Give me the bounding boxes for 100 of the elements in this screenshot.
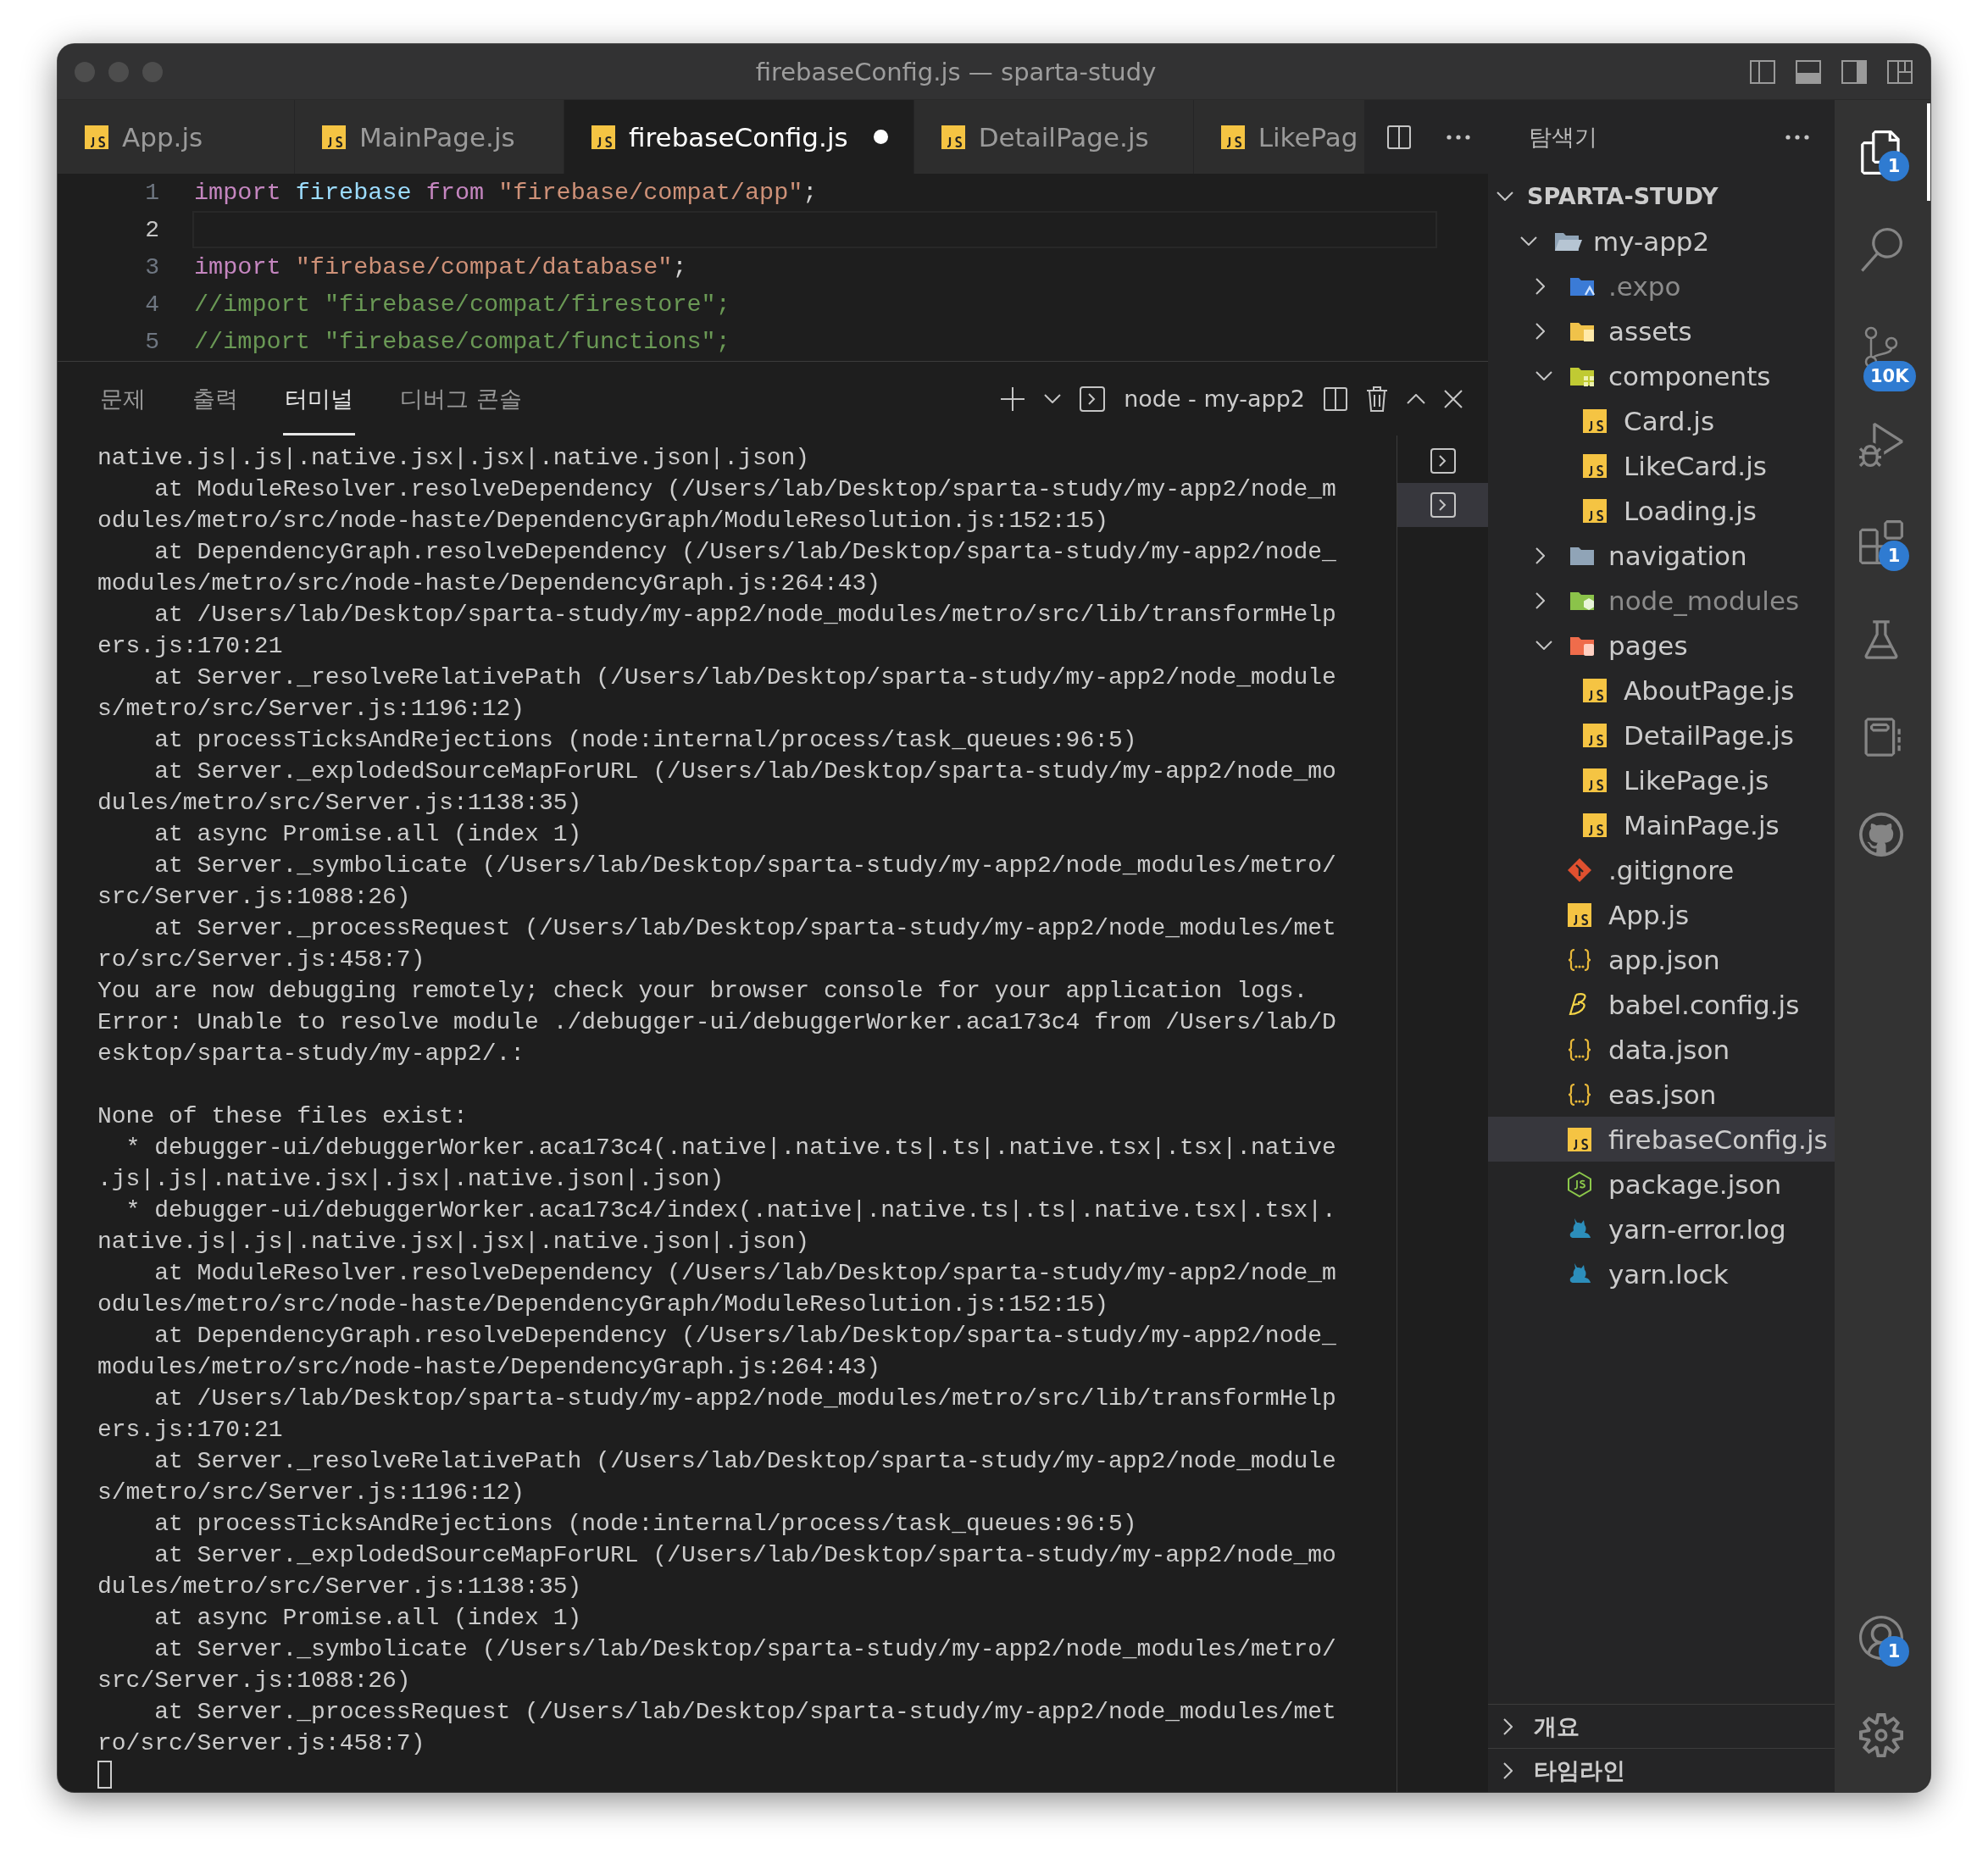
panel-tab[interactable]: 출력 — [191, 362, 240, 435]
source-control-icon — [1863, 325, 1898, 369]
terminal-line: s/metro/src/Server.js:1196:12) — [97, 1478, 526, 1507]
terminal-line: at /Users/lab/Desktop/sparta-study/my-app2/node_modules/metro/src/lib/transformHelp — [153, 1384, 1337, 1413]
tree-item[interactable]: my-app2 — [1488, 219, 1835, 264]
terminal-line: at async Promise.all (index 1) — [153, 1604, 583, 1633]
terminal-line: ers.js:170:21 — [97, 1416, 284, 1445]
maximize-panel-icon[interactable] — [1407, 393, 1425, 404]
terminal-line: at Server._resolveRelativePath (/Users/lab/Desktop/sparta-study/my-app2/node_module — [153, 1447, 1337, 1476]
panel-tab[interactable]: 문제 — [98, 362, 147, 435]
sidebar-section-header[interactable]: 개요 — [1488, 1704, 1835, 1748]
split-editor-icon[interactable] — [1387, 125, 1411, 149]
terminal-line: native.js|.js|.native.jsx|.jsx|.native.json|.json) — [97, 1228, 811, 1257]
terminal-line: at async Promise.all (index 1) — [153, 820, 583, 849]
tree-item[interactable]: .gitignore — [1488, 847, 1835, 892]
tree-item[interactable]: App.js — [1488, 892, 1835, 937]
activity-bar-item[interactable]: 1 — [1835, 493, 1930, 591]
js-file-icon — [1566, 1125, 1593, 1153]
tree-item[interactable]: DetailPage.js — [1488, 713, 1835, 757]
diamond-icon — [1566, 856, 1593, 884]
terminal-line: odules/metro/src/node-haste/DependencyGraph/ModuleResolution.js:152:15) — [97, 1290, 1109, 1319]
tree-item[interactable]: LikeCard.js — [1488, 443, 1835, 488]
chevron-right-icon — [1503, 1761, 1513, 1779]
more-actions-icon[interactable] — [1785, 134, 1809, 140]
sidebar-section-header[interactable]: 타임라인 — [1488, 1748, 1835, 1792]
tree-item[interactable]: .expo — [1488, 264, 1835, 308]
terminal-line: ro/src/Server.js:458:7) — [97, 946, 426, 974]
terminal-line: at Server._processRequest (/Users/lab/Desktop/sparta-study/my-app2/node_modules/met — [153, 1698, 1337, 1727]
terminal-name: node - my-app2 — [1124, 386, 1305, 412]
panel-tab[interactable]: 터미널 — [283, 362, 355, 435]
terminal-line: at DependencyGraph.resolveDependency (/Users/lab/Desktop/sparta-study/my-app2/node_ — [153, 538, 1337, 567]
panel-tab[interactable]: 디버그 콘솔 — [398, 362, 524, 435]
editor-tab[interactable]: DetailPage.js — [913, 100, 1194, 174]
tree-item[interactable]: yarn.lock — [1488, 1251, 1835, 1296]
editor-tab[interactable]: firebaseConfig.js — [564, 100, 914, 174]
terminal-line: ers.js:170:21 — [97, 632, 284, 661]
js-file-icon — [1581, 721, 1608, 749]
tree-item[interactable]: LikePage.js — [1488, 757, 1835, 802]
close-icon[interactable] — [1444, 389, 1463, 408]
terminal-line: at Server._processRequest (/Users/lab/Desktop/sparta-study/my-app2/node_modules/met — [153, 914, 1337, 943]
tree-item[interactable]: yarn-error.log — [1488, 1207, 1835, 1251]
line-number: 2 — [144, 216, 159, 243]
editor-tab[interactable]: MainPage.js — [295, 100, 564, 174]
js-file-icon — [939, 123, 967, 151]
tree-item[interactable]: MainPage.js — [1488, 802, 1835, 847]
tree-item[interactable]: package.json — [1488, 1162, 1835, 1207]
more-actions-icon[interactable] — [1447, 134, 1470, 140]
terminal-line: ro/src/Server.js:458:7) — [97, 1729, 426, 1758]
terminal-line: at Server._symbolicate (/Users/lab/Desktop/sparta-study/my-app2/node_modules/metro/ — [153, 1635, 1337, 1664]
tree-item[interactable]: app.json — [1488, 937, 1835, 982]
js-file-icon — [1566, 901, 1593, 929]
terminal-line: native.js|.js|.native.jsx|.jsx|.native.json|.json) — [97, 444, 811, 473]
terminal-line: src/Server.js:1088:26) — [97, 883, 412, 912]
terminal-line: at Server._explodedSourceMapForURL (/Users/lab/Desktop/sparta-study/my-app2/node_mo — [153, 1541, 1337, 1570]
sidebar-layout-icon[interactable] — [1749, 58, 1776, 85]
tree-item[interactable]: Loading.js — [1488, 488, 1835, 533]
tree-item[interactable]: navigation — [1488, 533, 1835, 578]
code-line: import "firebase/compat/database"; — [193, 252, 688, 283]
tree-item[interactable]: eas.json — [1488, 1072, 1835, 1117]
terminal-icon — [1080, 386, 1106, 412]
panel-layout-icon[interactable] — [1795, 58, 1822, 85]
tree-item[interactable]: Card.js — [1488, 398, 1835, 443]
plus-icon[interactable] — [1000, 386, 1026, 412]
customize-layout-icon[interactable] — [1886, 58, 1913, 85]
activity-bar-item[interactable]: 1 — [1835, 103, 1930, 201]
github-icon — [1858, 812, 1903, 857]
activity-bar-item[interactable]: 1 — [1835, 1589, 1930, 1686]
js-file-icon — [1581, 811, 1608, 839]
tree-item[interactable]: assets — [1488, 308, 1835, 353]
tree-item[interactable]: components — [1488, 353, 1835, 398]
terminal-line: modules/metro/src/node-haste/DependencyGraph.js:264:43) — [97, 1353, 882, 1382]
split-terminal-icon[interactable] — [1324, 386, 1347, 411]
terminal-line: esktop/sparta-study/my-app2/.: — [97, 1040, 526, 1068]
js-file-icon — [1581, 676, 1608, 704]
editor-tab[interactable]: LikePag — [1193, 100, 1366, 174]
terminal-line: None of these files exist: — [97, 1102, 469, 1131]
terminal-line: .js|.js|.native.jsx|.jsx|.native.json|.json) — [97, 1165, 725, 1194]
dropdown-chevron-icon — [1044, 394, 1062, 403]
terminal-instance[interactable] — [1397, 483, 1488, 527]
tree-item[interactable]: babel.config.js — [1488, 982, 1835, 1027]
terminal-line: s/metro/src/Server.js:1196:12) — [97, 695, 526, 724]
terminal-line: src/Server.js:1088:26) — [97, 1667, 412, 1695]
terminal-line: dules/metro/src/Server.js:1138:35) — [97, 789, 583, 818]
line-number: 4 — [144, 291, 159, 318]
tree-item[interactable]: pages — [1488, 623, 1835, 668]
terminal-line: modules/metro/src/node-haste/DependencyGraph.js:264:43) — [97, 569, 882, 598]
code-editor[interactable]: 1 import firebase from "firebase/compat/app"; 2 3 import "firebase/compat/database"; 4 //import "firebase/compat/firestore"; 5 //import "firebase/compat/functions"; — [58, 174, 1488, 362]
terminal-line: at processTicksAndRejections (node:internal/process/task_queues:96:5) — [153, 1510, 1138, 1539]
editor-tab[interactable]: App.js — [58, 100, 295, 174]
workspace-header[interactable]: SPARTA-STUDY — [1488, 174, 1835, 219]
right-sidebar-layout-icon[interactable] — [1841, 58, 1868, 85]
tree-item[interactable]: AboutPage.js — [1488, 668, 1835, 713]
trash-icon[interactable] — [1366, 386, 1388, 412]
count-badge: 10K — [1863, 361, 1916, 391]
chevron-down-icon — [1535, 641, 1552, 650]
tree-item[interactable]: node_modules — [1488, 578, 1835, 623]
activity-bar-item[interactable]: 10K — [1835, 298, 1930, 396]
tree-item[interactable]: data.json — [1488, 1027, 1835, 1072]
js-file-icon — [83, 123, 110, 151]
tree-item[interactable]: firebaseConfig.js — [1488, 1117, 1835, 1162]
